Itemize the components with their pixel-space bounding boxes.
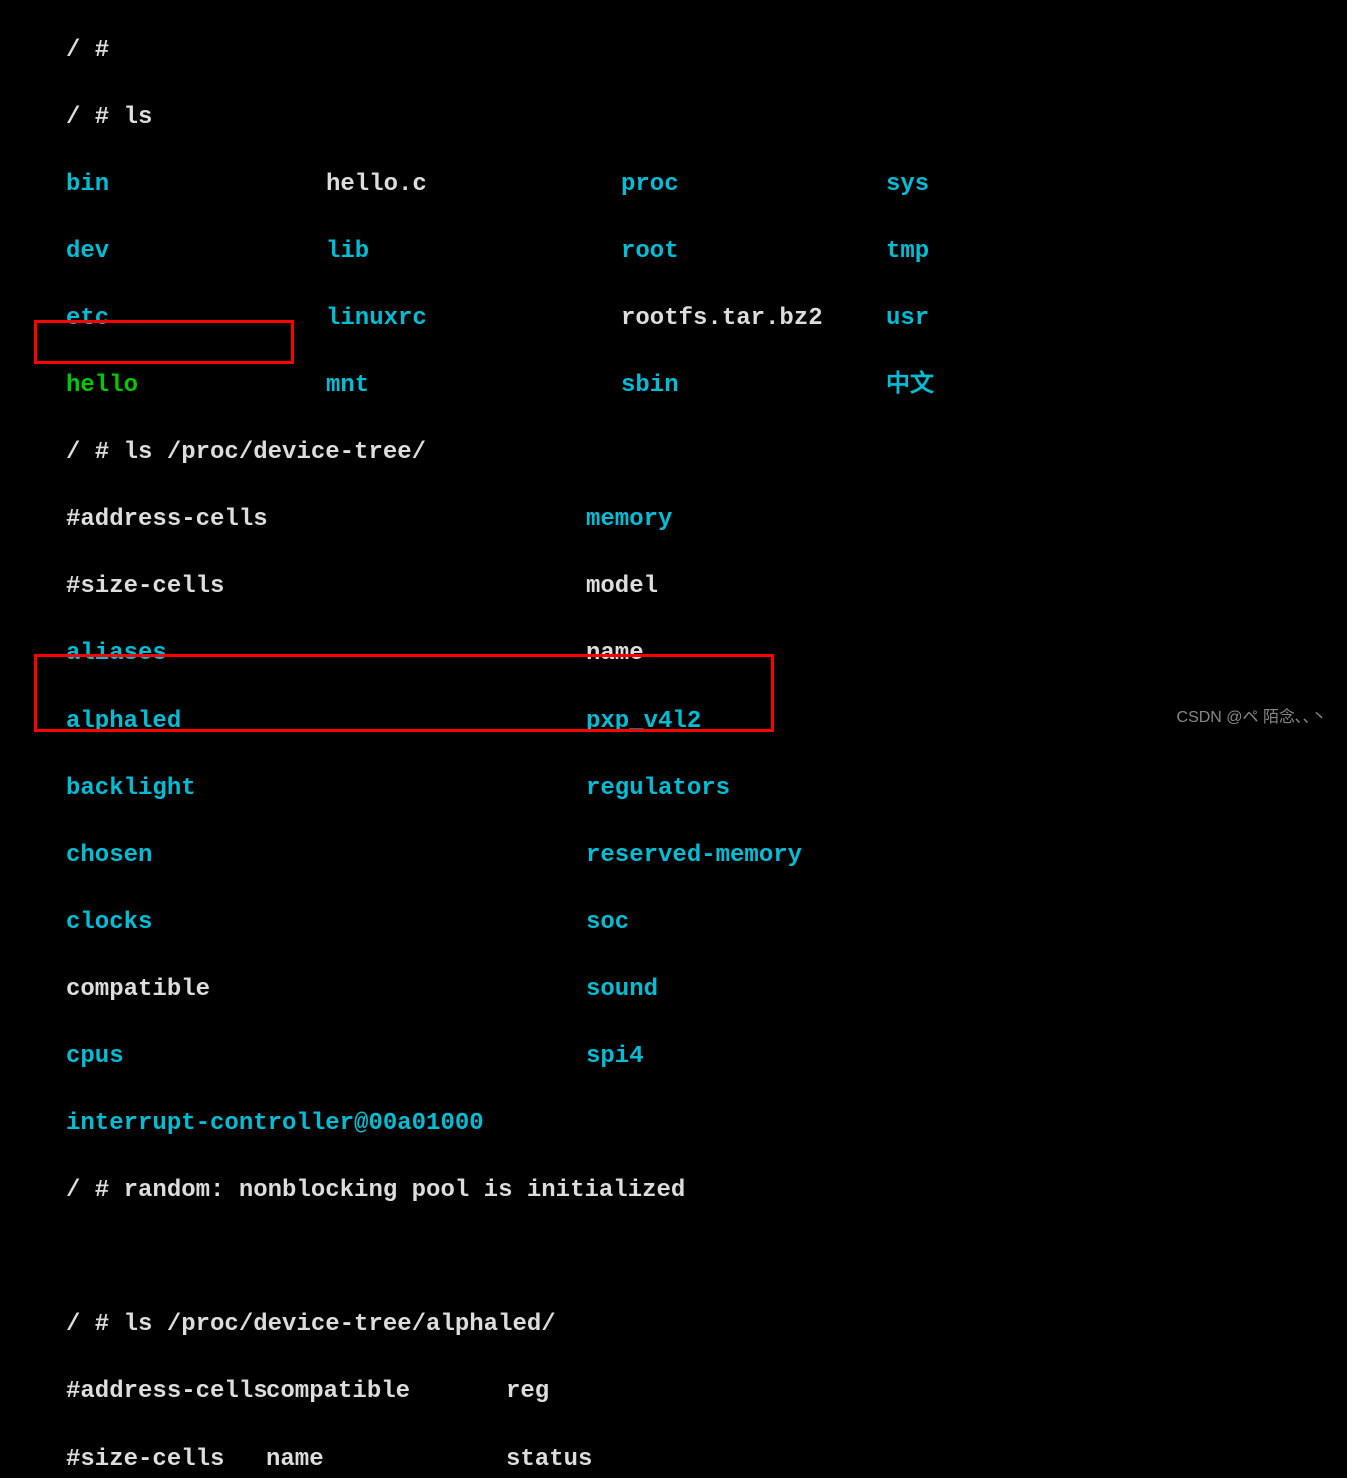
file-entry: status xyxy=(506,1443,592,1477)
ls-row: compatiblesound xyxy=(66,973,1347,1007)
dir-entry: spi4 xyxy=(586,1040,644,1074)
dir-entry: aliases xyxy=(66,637,586,671)
blank-line xyxy=(66,1241,1347,1275)
dir-entry: etc xyxy=(66,302,326,336)
dir-entry: sys xyxy=(886,168,929,202)
dir-entry: interrupt-controller@00a01000 xyxy=(66,1107,484,1141)
dir-entry: clocks xyxy=(66,906,586,940)
ls-row: #address-cellscompatiblereg xyxy=(66,1375,1347,1409)
dir-entry: memory xyxy=(586,503,672,537)
dir-entry: lib xyxy=(326,235,621,269)
file-entry: #size-cells xyxy=(66,570,586,604)
ls-row: hellomntsbin中文 xyxy=(66,369,1347,403)
exec-entry: hello xyxy=(66,369,326,403)
file-entry: #address-cells xyxy=(66,503,586,537)
dir-entry: soc xyxy=(586,906,629,940)
dir-entry: pxp_v4l2 xyxy=(586,705,701,739)
file-entry: hello.c xyxy=(326,168,621,202)
dir-entry: sbin xyxy=(621,369,886,403)
file-entry: name xyxy=(266,1443,506,1477)
dir-entry: tmp xyxy=(886,235,929,269)
ls-row: chosenreserved-memory xyxy=(66,839,1347,873)
dir-entry: bin xyxy=(66,168,326,202)
watermark-text: CSDN @ペ 陌念､､丶 xyxy=(1177,707,1327,729)
dir-entry: backlight xyxy=(66,772,586,806)
prompt-line: / # ls /proc/device-tree/alphaled/ xyxy=(66,1308,1347,1342)
ls-row: #address-cellsmemory xyxy=(66,503,1347,537)
dir-entry: usr xyxy=(886,302,929,336)
dir-entry: alphaled xyxy=(66,705,586,739)
dir-entry: reserved-memory xyxy=(586,839,802,873)
ls-row: devlibroottmp xyxy=(66,235,1347,269)
prompt-line: / # ls xyxy=(66,101,1347,135)
ls-row: backlightregulators xyxy=(66,772,1347,806)
prompt-line: / # xyxy=(66,34,1347,68)
file-entry: rootfs.tar.bz2 xyxy=(621,302,886,336)
file-entry: model xyxy=(586,570,658,604)
file-entry: name xyxy=(586,637,644,671)
dir-entry: cpus xyxy=(66,1040,586,1074)
ls-row: alphaledpxp_v4l2 xyxy=(66,705,1347,739)
file-entry: #address-cells xyxy=(66,1375,266,1409)
ls-row: clockssoc xyxy=(66,906,1347,940)
dir-entry: linuxrc xyxy=(326,302,621,336)
dir-entry: mnt xyxy=(326,369,621,403)
ls-row: binhello.cprocsys xyxy=(66,168,1347,202)
ls-row: #size-cellsnamestatus xyxy=(66,1443,1347,1477)
dir-entry: root xyxy=(621,235,886,269)
ls-row: aliasesname xyxy=(66,637,1347,671)
ls-row: etclinuxrcrootfs.tar.bz2usr xyxy=(66,302,1347,336)
file-entry: compatible xyxy=(66,973,586,1007)
dir-entry: regulators xyxy=(586,772,730,806)
file-entry: #size-cells xyxy=(66,1443,266,1477)
dir-entry: sound xyxy=(586,973,658,1007)
ls-row: cpusspi4 xyxy=(66,1040,1347,1074)
dir-entry: proc xyxy=(621,168,886,202)
ls-row: interrupt-controller@00a01000 xyxy=(66,1107,1347,1141)
output-line: / # random: nonblocking pool is initiali… xyxy=(66,1174,1347,1208)
dir-entry: 中文 xyxy=(886,369,934,403)
file-entry: compatible xyxy=(266,1375,506,1409)
dir-entry: chosen xyxy=(66,839,586,873)
dir-entry: dev xyxy=(66,235,326,269)
terminal-output[interactable]: / # / # ls binhello.cprocsys devlibroott… xyxy=(0,0,1347,1478)
file-entry: reg xyxy=(506,1375,549,1409)
prompt-line: / # ls /proc/device-tree/ xyxy=(66,436,1347,470)
ls-row: #size-cellsmodel xyxy=(66,570,1347,604)
